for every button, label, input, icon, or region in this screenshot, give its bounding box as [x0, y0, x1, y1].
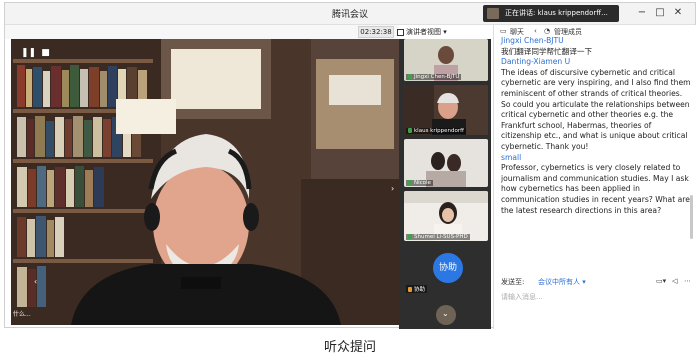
grid-icon	[397, 28, 404, 36]
message-text: The ideas of discursive cybernetic and c…	[501, 67, 691, 151]
chat-message: Danting-Xiamen U The ideas of discursive…	[501, 57, 693, 152]
chat-message: Jingxi Chen-BJTU 我们翻译同学帮忙翻译一下	[501, 36, 693, 57]
figure-caption: 听众提问	[323, 340, 376, 355]
message-sender: small	[501, 152, 522, 162]
chat-message: small Professor, cybernetics is very clo…	[501, 153, 693, 217]
toolbar	[5, 25, 398, 39]
send-to-label: 发送至:	[501, 278, 525, 286]
message-text: Professor, cybernetics is very closely r…	[501, 163, 690, 215]
mic-icon	[408, 128, 412, 133]
close-button[interactable]: ✕	[671, 6, 685, 20]
maximize-button[interactable]: □	[653, 6, 667, 20]
members-icon: ◔	[544, 27, 551, 35]
participant-tile[interactable]: klaus krippendorff	[404, 85, 488, 135]
chevron-left-icon[interactable]: ‹	[34, 277, 37, 286]
chat-footer: 发送至: 会议中所有人 ▾ ▭▾ ◁ ⋯ 请输入消息...	[498, 277, 694, 322]
participant-list: Jingxi Chen-BJTU klaus krippendorff Nico…	[399, 39, 491, 329]
message-sender: Danting-Xiamen U	[501, 57, 571, 67]
send-to-row: 发送至: 会议中所有人 ▾ ▭▾ ◁ ⋯	[498, 277, 694, 289]
view-mode-button[interactable]: 演讲者视图 ▾	[397, 25, 459, 39]
message-input[interactable]: 请输入消息...	[498, 292, 694, 322]
chat-panel: ▭ 聊天 ‹ ◔ 管理成员 Jingxi Chen-BJTU 我们翻译同学帮忙翻…	[493, 25, 697, 329]
meeting-timer: 02:32:38	[358, 26, 394, 38]
main-video-label: 什么...	[13, 311, 31, 318]
chevron-left-icon[interactable]: ‹	[534, 27, 537, 35]
titlebar: 腾讯会议 正在讲话: klaus krippendorff... − □ ✕	[5, 3, 695, 25]
chat-icon: ▭	[500, 27, 507, 35]
participant-tile[interactable]: Nicole	[404, 139, 488, 187]
stop-icon: ■	[41, 48, 50, 58]
minimize-button[interactable]: −	[635, 6, 649, 20]
message-sender: Jingxi Chen-BJTU	[501, 36, 564, 45]
pause-button[interactable]: ❚❚	[21, 47, 37, 60]
chevron-down-icon: ▾	[441, 28, 447, 36]
speaker-video-image	[11, 39, 399, 325]
speaking-text: 正在讲话: klaus krippendorff...	[505, 9, 608, 17]
chat-messages: Jingxi Chen-BJTU 我们翻译同学帮忙翻译一下 Danting-Xi…	[501, 36, 693, 217]
participant-tile[interactable]: ⌄	[404, 301, 488, 327]
chevron-right-icon[interactable]: ›	[391, 184, 394, 193]
mic-icon	[408, 74, 412, 79]
participant-tile[interactable]: Shumei Li-SUS-PHD	[404, 191, 488, 241]
participant-name: Nicole	[406, 180, 433, 186]
stop-button[interactable]: ■	[39, 47, 52, 60]
mic-icon	[408, 287, 412, 292]
folder-icon[interactable]: ▭▾	[656, 277, 666, 285]
message-text: 我们翻译同学帮忙翻译一下	[501, 46, 593, 56]
volume-icon[interactable]: ◁	[672, 277, 677, 285]
participant-name: Shumei Li-SUS-PHD	[406, 234, 470, 240]
participant-name: klaus krippendorff	[406, 128, 466, 134]
mic-icon	[408, 234, 412, 239]
view-mode-label: 演讲者视图	[406, 28, 441, 36]
participant-tile[interactable]: Jingxi Chen-BJTU	[404, 39, 488, 81]
main-video[interactable]: ❚❚ ■ 什么... ‹ ›	[11, 39, 399, 325]
send-to-select[interactable]: 会议中所有人 ▾	[538, 277, 586, 287]
participant-name: 协助	[406, 285, 428, 293]
speaker-avatar	[487, 8, 499, 19]
pause-icon: ❚❚	[21, 48, 37, 58]
chat-scrollbar[interactable]	[690, 195, 693, 239]
more-icon[interactable]: ⋯	[684, 277, 691, 285]
participant-name: Jingxi Chen-BJTU	[406, 74, 462, 80]
meeting-window: 腾讯会议 正在讲话: klaus krippendorff... − □ ✕ 0…	[4, 2, 697, 329]
chevron-down-icon: ⌄	[442, 309, 449, 318]
mic-icon	[408, 180, 412, 185]
assist-button[interactable]: 协助	[433, 253, 463, 283]
speaking-indicator: 正在讲话: klaus krippendorff...	[483, 5, 619, 22]
